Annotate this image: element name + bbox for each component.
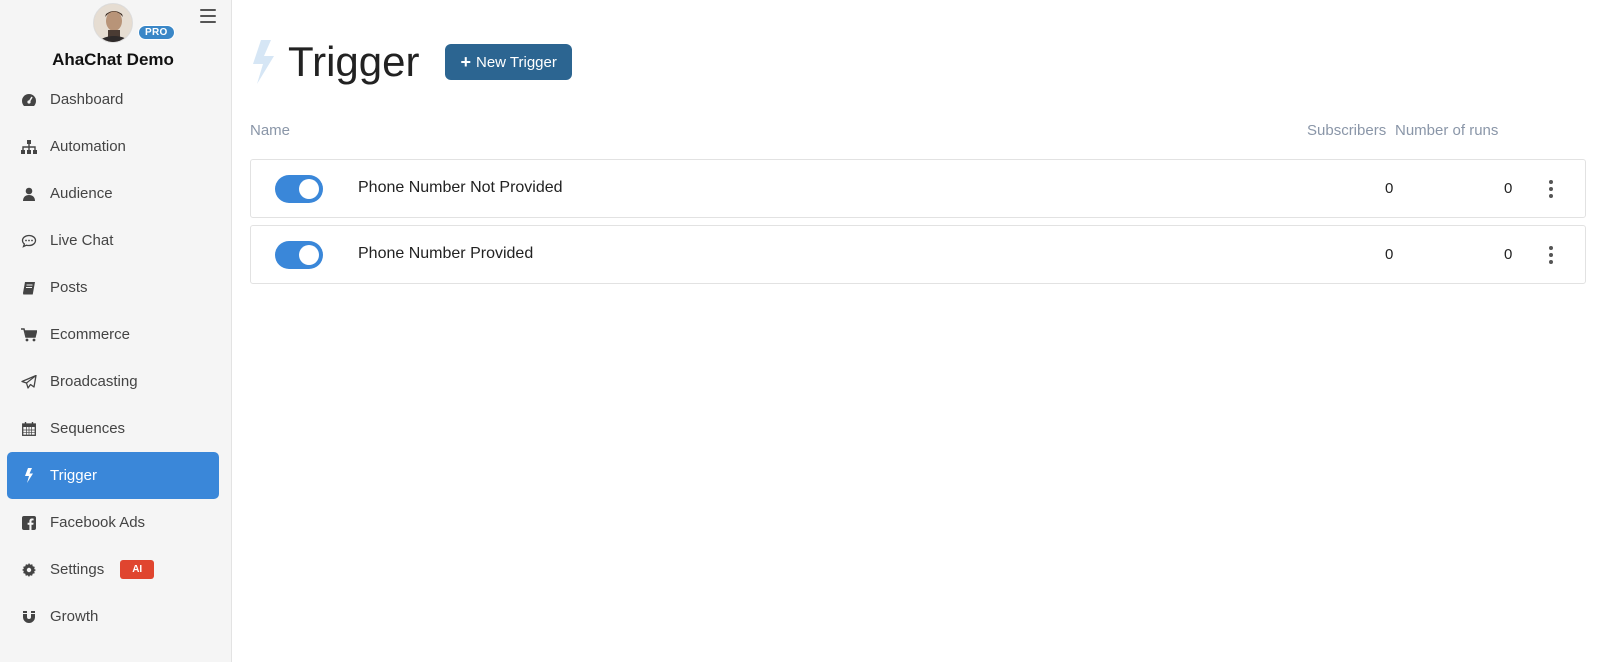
more-options-icon[interactable] xyxy=(1545,179,1557,199)
sitemap-icon xyxy=(21,139,37,155)
book-icon xyxy=(21,280,37,296)
table-header: Name Subscribers Number of runs xyxy=(250,122,1600,142)
sidebar-item-growth[interactable]: Growth xyxy=(7,593,219,640)
sidebar-item-label: Sequences xyxy=(50,420,126,437)
sidebar-item-automation[interactable]: Automation xyxy=(7,123,219,170)
new-trigger-label: New Trigger xyxy=(476,53,557,71)
paper-plane-icon xyxy=(21,374,37,390)
subscribers-count: 0 xyxy=(1385,246,1394,263)
app-name: AhaChat Demo xyxy=(52,50,174,69)
sidebar-item-label: Settings xyxy=(50,561,105,578)
bolt-icon xyxy=(21,468,37,484)
runs-count: 0 xyxy=(1504,180,1513,197)
sidebar: PRO AhaChat Demo Dashboard Automation Au… xyxy=(0,0,232,662)
sidebar-item-dashboard[interactable]: Dashboard xyxy=(7,76,219,123)
column-subscribers: Subscribers xyxy=(1307,122,1387,139)
page-title: Trigger xyxy=(288,38,420,85)
sidebar-item-label: Trigger xyxy=(50,467,97,484)
sidebar-item-live-chat[interactable]: Live Chat xyxy=(7,217,219,264)
main-content: Trigger + New Trigger Name Subscribers N… xyxy=(232,0,1600,662)
table-row: Phone Number Provided 0 0 xyxy=(250,225,1586,284)
pro-badge: PRO xyxy=(138,25,175,40)
dashboard-icon xyxy=(21,92,37,108)
sidebar-item-ecommerce[interactable]: Ecommerce xyxy=(7,311,219,358)
sidebar-item-label: Posts xyxy=(50,279,88,296)
table-row: Phone Number Not Provided 0 0 xyxy=(250,159,1586,218)
magnet-icon xyxy=(21,609,37,625)
sidebar-item-label: Audience xyxy=(50,185,113,202)
bolt-icon xyxy=(253,40,274,84)
sidebar-item-sequences[interactable]: Sequences xyxy=(7,405,219,452)
column-runs: Number of runs xyxy=(1395,122,1499,139)
more-options-icon[interactable] xyxy=(1545,245,1557,265)
trigger-list: Phone Number Not Provided 0 0 Phone Numb… xyxy=(250,159,1586,291)
calendar-icon xyxy=(21,421,37,437)
column-name: Name xyxy=(250,122,291,139)
plus-icon: + xyxy=(460,52,471,72)
enable-toggle[interactable] xyxy=(275,175,323,203)
sidebar-item-label: Ecommerce xyxy=(50,326,131,343)
sidebar-item-trigger[interactable]: Trigger xyxy=(7,452,219,499)
ai-badge: AI xyxy=(120,560,155,579)
sidebar-item-label: Dashboard xyxy=(50,91,124,108)
enable-toggle[interactable] xyxy=(275,241,323,269)
sidebar-item-broadcasting[interactable]: Broadcasting xyxy=(7,358,219,405)
cart-icon xyxy=(21,327,37,343)
trigger-name[interactable]: Phone Number Provided xyxy=(358,245,533,263)
trigger-name[interactable]: Phone Number Not Provided xyxy=(358,179,563,197)
page-header: Trigger + New Trigger xyxy=(250,38,572,86)
sidebar-item-label: Facebook Ads xyxy=(50,514,146,531)
avatar[interactable] xyxy=(93,3,133,43)
sidebar-item-facebook-ads[interactable]: Facebook Ads xyxy=(7,499,219,546)
chat-icon xyxy=(21,233,37,249)
runs-count: 0 xyxy=(1504,246,1513,263)
sidebar-item-label: Broadcasting xyxy=(50,373,138,390)
menu-toggle-icon[interactable] xyxy=(200,9,216,23)
new-trigger-button[interactable]: + New Trigger xyxy=(445,44,572,80)
sidebar-item-posts[interactable]: Posts xyxy=(7,264,219,311)
profile: PRO AhaChat Demo xyxy=(0,0,231,76)
sidebar-item-audience[interactable]: Audience xyxy=(7,170,219,217)
sidebar-item-label: Automation xyxy=(50,138,126,155)
sidebar-item-label: Growth xyxy=(50,608,99,625)
subscribers-count: 0 xyxy=(1385,180,1394,197)
sidebar-item-settings[interactable]: Settings AI xyxy=(7,546,219,593)
app: PRO AhaChat Demo Dashboard Automation Au… xyxy=(0,0,1600,662)
user-icon xyxy=(21,186,37,202)
sidebar-nav: Dashboard Automation Audience Live Chat xyxy=(0,76,231,640)
sidebar-item-label: Live Chat xyxy=(50,232,114,249)
gear-icon xyxy=(21,562,37,578)
facebook-icon xyxy=(21,515,37,531)
